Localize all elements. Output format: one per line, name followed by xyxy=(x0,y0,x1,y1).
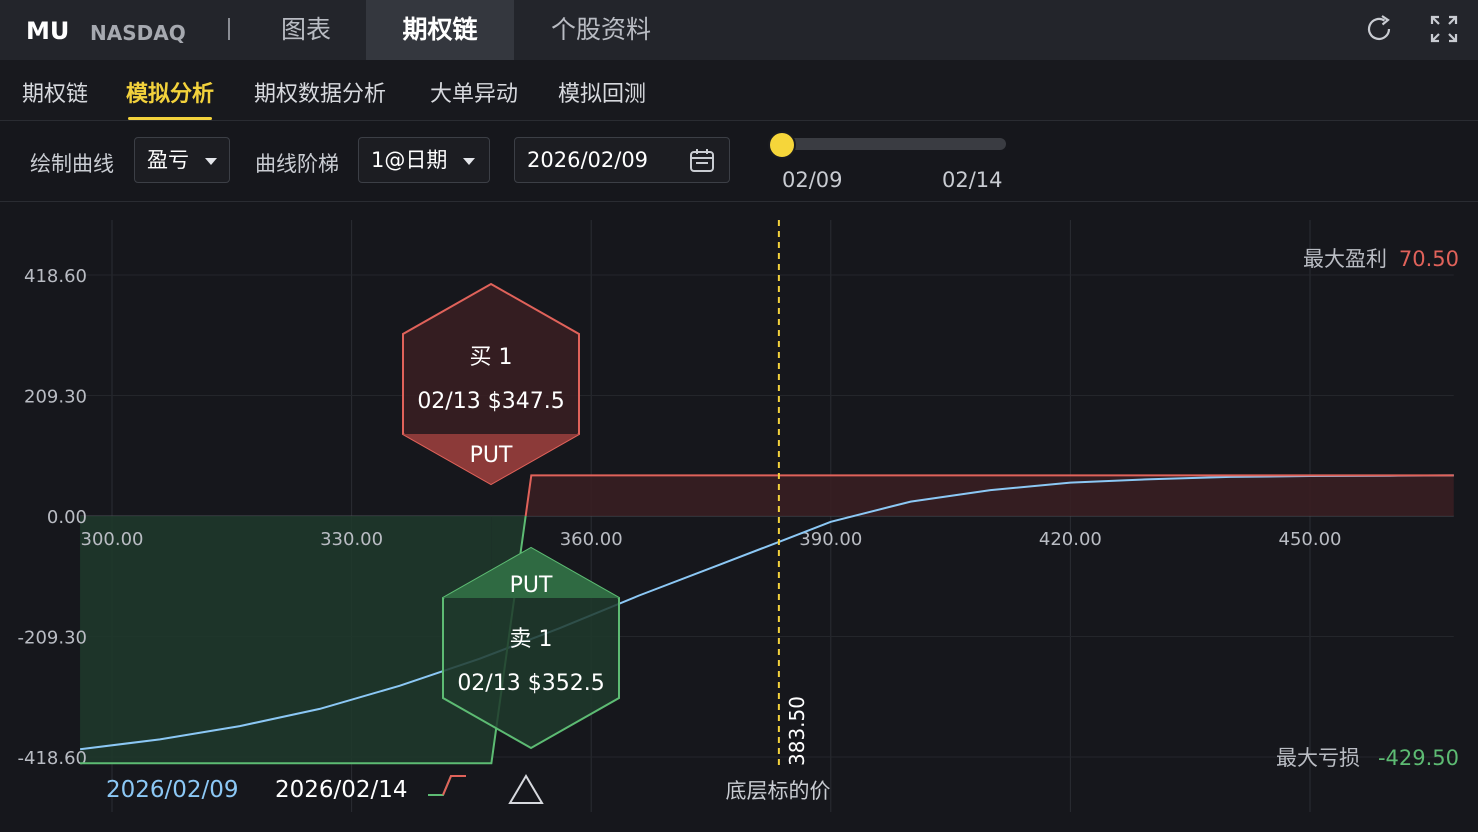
subtab-backtest[interactable]: 模拟回测 xyxy=(558,76,646,108)
subtab-option-chain[interactable]: 期权链 xyxy=(22,76,88,108)
sub-navigation: 期权链 模拟分析 期权数据分析 大单异动 模拟回测 xyxy=(0,60,1478,121)
x-tick-label: 390.00 xyxy=(799,529,862,550)
date-slider-thumb[interactable] xyxy=(768,131,796,159)
tab-option-chain[interactable]: 期权链 xyxy=(366,0,514,60)
pnl-chart[interactable]: 300.00 330.00 360.00 390.00 420.00 450.00 418.… xyxy=(0,202,1478,832)
curve-select[interactable]: 盈亏 xyxy=(134,137,230,183)
x-tick-label: 330.00 xyxy=(320,529,383,550)
step-select[interactable]: 1@日期 xyxy=(358,137,490,183)
option-leg-1[interactable]: PUT 买 1 02/13 $347.5 xyxy=(402,282,580,486)
y-tick-label: 418.60 xyxy=(24,266,87,287)
triangle-marker-icon[interactable] xyxy=(508,774,544,804)
x-tick-label: 450.00 xyxy=(1279,529,1342,550)
legend-expiry-line-icon xyxy=(428,775,466,796)
leg-action: 卖 1 xyxy=(510,627,553,652)
ticker-symbol: MU xyxy=(26,17,70,45)
slider-end-label: 02/14 xyxy=(942,168,1003,192)
y-tick-label: 209.30 xyxy=(24,387,87,408)
tab-chart[interactable]: 图表 xyxy=(256,0,356,60)
y-tick-label: 0.00 xyxy=(47,507,87,528)
calendar-icon xyxy=(690,149,714,172)
legend-date-1[interactable]: 2026/02/09 xyxy=(106,777,239,803)
subtab-option-data[interactable]: 期权数据分析 xyxy=(254,76,386,108)
exchange-name: NASDAQ xyxy=(90,21,186,45)
chevron-down-icon xyxy=(205,158,217,165)
slider-start-label: 02/09 xyxy=(782,168,843,192)
max-profit-label: 最大盈利 xyxy=(1303,247,1387,271)
tab-stock-profile[interactable]: 个股资料 xyxy=(526,0,676,60)
legend-date-2[interactable]: 2026/02/14 xyxy=(275,777,408,803)
x-tick-label: 360.00 xyxy=(560,529,623,550)
divider xyxy=(228,18,230,40)
y-tick-label: -418.60 xyxy=(18,748,87,769)
x-tick-label: 300.00 xyxy=(81,529,144,550)
underlying-price-value: 383.50 xyxy=(785,696,809,766)
curve-select-value: 盈亏 xyxy=(147,148,189,172)
max-loss-value: -429.50 xyxy=(1378,746,1459,770)
profit-area xyxy=(525,475,1454,516)
leg-detail: 02/13 $347.5 xyxy=(417,389,564,414)
date-picker[interactable]: 2026/02/09 xyxy=(514,137,730,183)
max-profit-value: 70.50 xyxy=(1399,247,1459,271)
curve-label: 绘制曲线 xyxy=(30,152,114,176)
subtab-simulation[interactable]: 模拟分析 xyxy=(126,76,214,120)
leg-action: 买 1 xyxy=(470,345,513,370)
leg-detail: 02/13 $352.5 xyxy=(457,671,604,696)
refresh-icon[interactable] xyxy=(1362,12,1396,46)
chevron-down-icon xyxy=(463,158,475,165)
controls-row: 绘制曲线 盈亏 曲线阶梯 1@日期 2026/02/09 xyxy=(0,121,1478,202)
date-picker-value: 2026/02/09 xyxy=(527,148,649,172)
leg-type: PUT xyxy=(510,573,553,598)
y-tick-label: -209.30 xyxy=(18,628,87,649)
top-bar: MU NASDAQ 图表 期权链 个股资料 xyxy=(0,0,1478,60)
max-loss-label: 最大亏损 xyxy=(1276,746,1360,770)
underlying-label: 底层标的价 xyxy=(726,779,831,803)
fullscreen-icon[interactable] xyxy=(1427,12,1461,46)
leg-type: PUT xyxy=(470,443,513,468)
step-label: 曲线阶梯 xyxy=(255,152,339,176)
x-tick-label: 420.00 xyxy=(1039,529,1102,550)
date-slider-track[interactable] xyxy=(782,138,1006,150)
step-select-value: 1@日期 xyxy=(371,148,448,172)
loss-area xyxy=(80,516,492,764)
subtab-unusual-activity[interactable]: 大单异动 xyxy=(430,76,518,108)
